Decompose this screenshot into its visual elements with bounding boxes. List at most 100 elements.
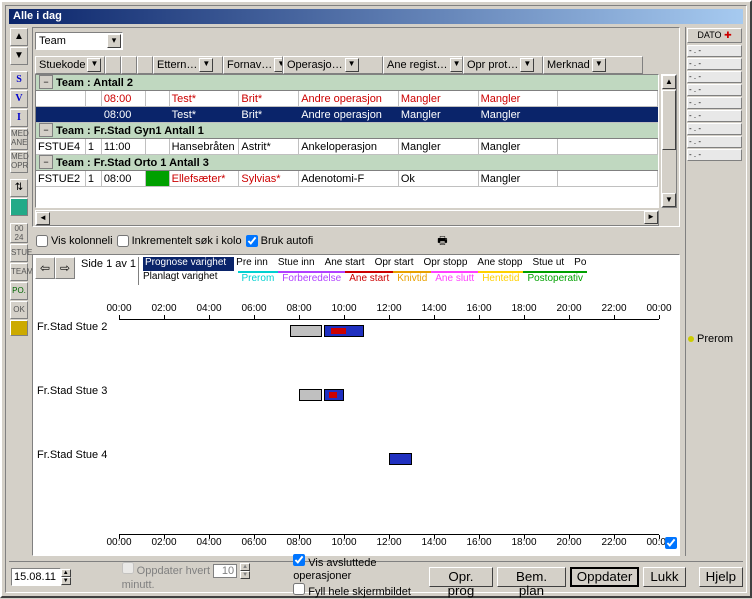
med-opr-btn[interactable]: MED OPR — [10, 151, 28, 173]
ok-btn[interactable]: OK — [10, 301, 28, 319]
date-field[interactable]: 15.08.11 — [11, 568, 61, 586]
team-combo-dd[interactable]: ▾ — [107, 34, 121, 48]
title-bar: Alle i dag — [9, 9, 743, 24]
grid-area[interactable]: −Team : Antall 208:00Test*Brit*Andre ope… — [35, 74, 659, 208]
column-header[interactable]: Operasjo…▼ — [283, 56, 383, 74]
vis-avsluttede-check[interactable]: Vis avsluttede operasjoner — [293, 554, 424, 583]
axis-top: 00:0002:0004:0006:0008:0010:0012:0014:00… — [119, 303, 659, 315]
column-dd-icon[interactable]: ▼ — [450, 58, 463, 72]
column-header[interactable] — [121, 56, 137, 74]
i-btn[interactable]: I — [10, 109, 28, 127]
gantt-bar[interactable] — [389, 453, 412, 465]
po-btn[interactable]: PO. — [10, 282, 28, 300]
fyll-check[interactable]: Fyll hele skjermbildet — [293, 583, 424, 599]
gantt-bar[interactable] — [324, 325, 365, 337]
left-toolbar: ▲ ▼ S V I MED ANE MED OPR ⇅ 00 24 STUE T… — [9, 27, 29, 556]
opp-hvert-group: Oppdater hvert 10 ▲▼ minutt. — [122, 562, 274, 591]
column-header[interactable]: Ettern…▼ — [153, 56, 223, 74]
table-row[interactable]: 08:00Test*Brit*Andre operasjonManglerMan… — [36, 107, 658, 123]
med-ane-btn[interactable]: MED ANE — [10, 128, 28, 150]
up-btn[interactable]: ▲ — [10, 28, 28, 46]
autofi-check[interactable]: Bruk autofi — [246, 235, 314, 247]
expand-icon[interactable]: − — [39, 123, 53, 137]
gantt-bar[interactable] — [290, 325, 322, 337]
column-dd-icon[interactable]: ▼ — [520, 58, 534, 72]
right-panel: DATO ✚ - . - - . - - . - - . - - . - - .… — [685, 27, 743, 556]
gantt-top: ⇦ ⇨ Side 1 av 1 Prognose varighetPre inn… — [35, 257, 677, 287]
team-combo[interactable]: Team ▾ — [35, 32, 123, 50]
scroll-down[interactable]: ▼ — [662, 193, 676, 207]
expand-icon[interactable]: − — [39, 155, 53, 169]
gantt-prev[interactable]: ⇦ — [35, 257, 55, 279]
column-dd-icon[interactable]: ▼ — [345, 58, 359, 72]
rp-item[interactable]: - . - — [687, 45, 742, 57]
column-dd-icon[interactable]: ▼ — [592, 58, 606, 72]
rp-item[interactable]: - . - — [687, 136, 742, 148]
check-row: Vis kolonneli Inkrementelt søk i kolo Br… — [32, 231, 680, 251]
team-btn[interactable]: TEAM — [10, 263, 28, 281]
grid-hscroll[interactable]: ◄ ► — [35, 210, 659, 226]
dato-label[interactable]: DATO ✚ — [687, 28, 742, 43]
bottom-bar: 15.08.11 ▲▼ Oppdater hvert 10 ▲▼ minutt.… — [9, 561, 743, 589]
rp-item[interactable]: - . - — [687, 84, 742, 96]
swap-btn[interactable]: ⇅ — [10, 179, 28, 197]
column-header[interactable]: Ane regist…▼ — [383, 56, 463, 74]
opp-hvert-check[interactable] — [122, 562, 134, 574]
column-dd-icon[interactable]: ▼ — [199, 58, 213, 72]
rp-item[interactable]: - . - — [687, 110, 742, 122]
0024-btn[interactable]: 00 24 — [10, 223, 28, 243]
column-dd-icon[interactable]: ▼ — [87, 58, 101, 72]
gantt-toggle-check[interactable] — [665, 537, 677, 549]
column-header[interactable] — [137, 56, 153, 74]
combo-row: Team ▾ — [35, 32, 677, 52]
stue-btn[interactable]: STUE — [10, 244, 28, 262]
inkrementelt-check[interactable]: Inkrementelt søk i kolo — [117, 235, 242, 247]
rp-item[interactable]: - . - — [687, 149, 742, 161]
column-header-row: Stuekode▼ Ettern…▼Fornav…▼Operasjo…▼Ane r… — [35, 56, 677, 74]
expand-icon[interactable]: − — [39, 75, 53, 89]
column-dd-icon[interactable]: ▼ — [274, 58, 283, 72]
rp-item[interactable]: - . - — [687, 97, 742, 109]
v-btn[interactable]: V — [10, 90, 28, 108]
group-header[interactable]: −Team : Antall 2 — [36, 75, 658, 91]
vis-kolonne-check[interactable]: Vis kolonneli — [36, 235, 113, 247]
grid-vscroll[interactable]: ▲ ▼ — [661, 74, 677, 208]
scroll-thumb[interactable] — [662, 90, 676, 150]
date-spinner[interactable]: ▲▼ — [61, 569, 72, 585]
right-list: - . - - . - - . - - . - - . - - . - - . … — [686, 45, 743, 161]
gantt-panel: ⇦ ⇨ Side 1 av 1 Prognose varighetPre inn… — [32, 254, 680, 556]
column-header[interactable]: Fornav…▼ — [223, 56, 283, 74]
rp-item[interactable]: - . - — [687, 123, 742, 135]
scroll-up[interactable]: ▲ — [662, 75, 676, 89]
gantt-bar[interactable] — [324, 389, 344, 401]
opp-hvert-val[interactable]: 10 — [213, 564, 237, 578]
group-header[interactable]: −Team : Fr.Stad Gyn1 Antall 1 — [36, 123, 658, 139]
s-btn[interactable]: S — [10, 71, 28, 89]
opr-prog-button[interactable]: Opr. prog — [429, 567, 494, 587]
table-row[interactable]: 08:00Test*Brit*Andre operasjonManglerMan… — [36, 91, 658, 107]
plot-area — [119, 319, 659, 535]
gantt-bar[interactable] — [299, 389, 322, 401]
down-btn[interactable]: ▼ — [10, 47, 28, 65]
column-header[interactable]: Opr prot…▼ — [463, 56, 543, 74]
group-header[interactable]: −Team : Fr.Stad Orto 1 Antall 3 — [36, 155, 658, 171]
window-frame: Alle i dag ▲ ▼ S V I MED ANE MED OPR ⇅ 0… — [0, 0, 752, 598]
table-row[interactable]: FSTUE2108:00Ellefsæter*Sylvias*Adenotomi… — [36, 171, 658, 187]
table-row[interactable]: FSTUE4111:00HansebråtenAstrit*Ankelopera… — [36, 139, 658, 155]
column-header[interactable] — [105, 56, 121, 74]
gantt-chart: 00:0002:0004:0006:0008:0010:0012:0014:00… — [35, 291, 659, 553]
oppdater-button[interactable]: Oppdater — [570, 567, 640, 587]
print-icon[interactable]: 🖶 — [437, 232, 447, 251]
misc-btn[interactable] — [10, 320, 28, 336]
green-btn[interactable] — [10, 198, 28, 216]
rp-item[interactable]: - . - — [687, 58, 742, 70]
gantt-next[interactable]: ⇨ — [55, 257, 75, 279]
lukk-button[interactable]: Lukk — [643, 567, 685, 587]
axis-bottom: 00:0002:0004:0006:0008:0010:0012:0014:00… — [119, 537, 659, 549]
bem-plan-button[interactable]: Bem. plan — [497, 567, 566, 587]
column-header[interactable]: Merknad▼ — [543, 56, 643, 74]
hjelp-button[interactable]: Hjelp — [699, 567, 743, 587]
rp-item[interactable]: - . - — [687, 71, 742, 83]
column-header[interactable]: Stuekode▼ — [35, 56, 105, 74]
opp-spinner[interactable]: ▲▼ — [240, 563, 252, 579]
